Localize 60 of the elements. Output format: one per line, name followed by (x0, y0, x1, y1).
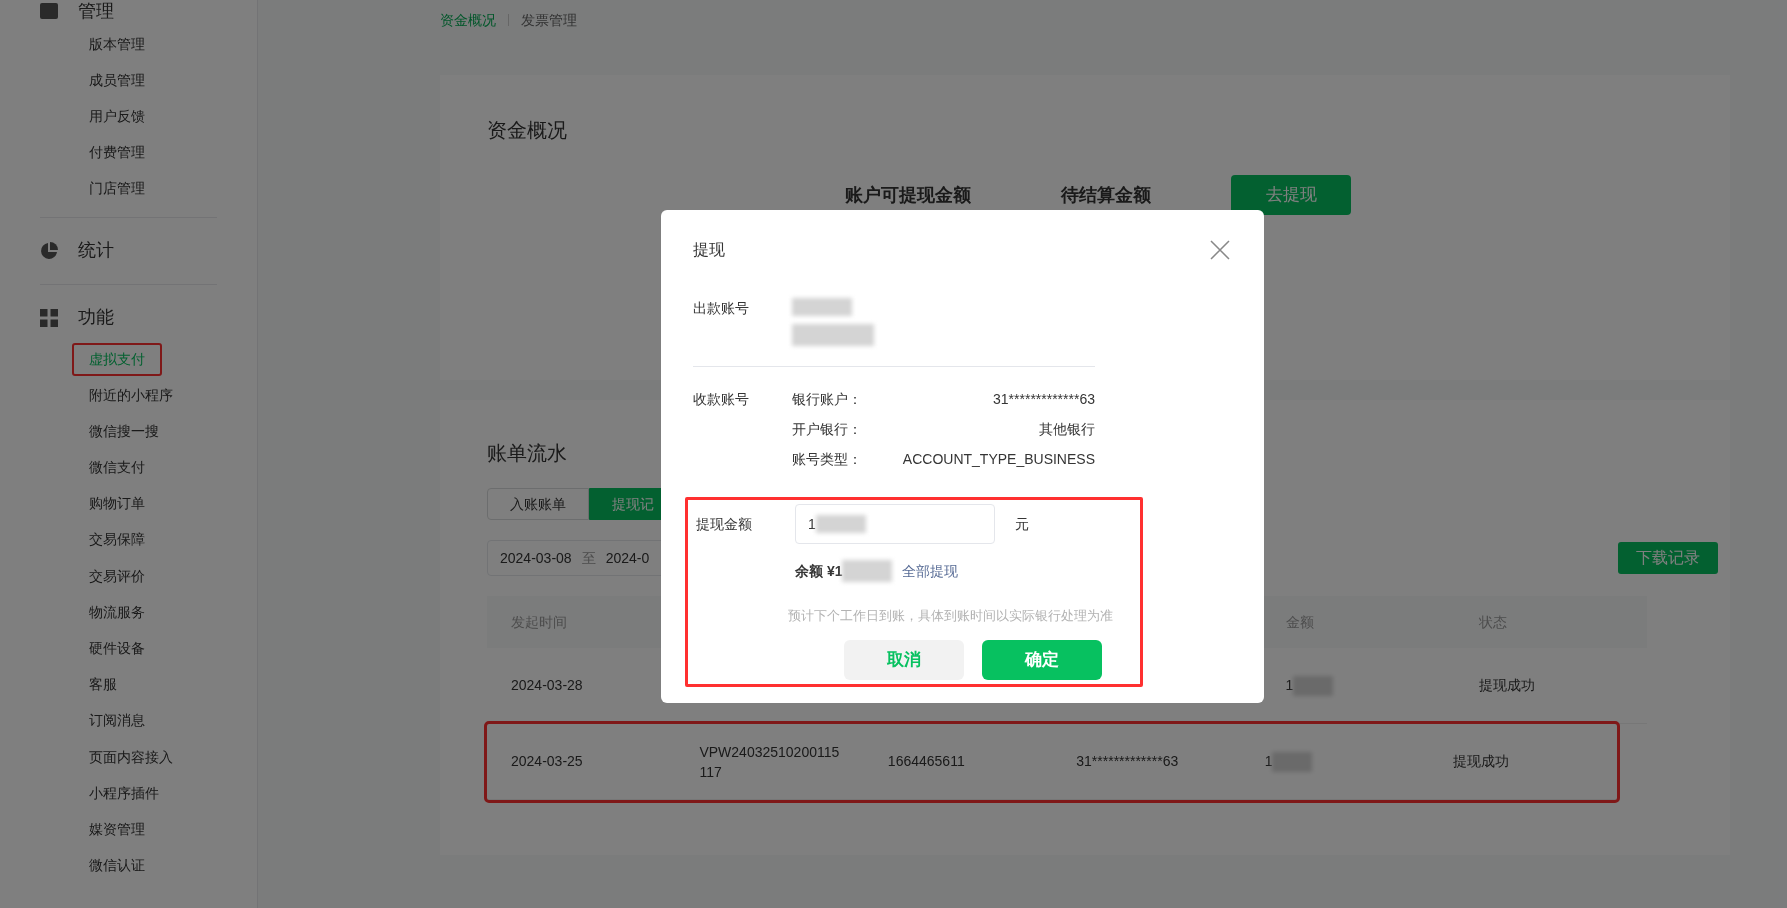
section-title: 资金概况 (487, 118, 567, 143)
sidebar-item[interactable]: 物流服务 (72, 595, 162, 629)
table-cell-text: VPW24032510200115117 (699, 742, 841, 782)
field-label: 开户银行： (792, 420, 862, 439)
section-title: 账单流水 (487, 441, 567, 466)
field-label: 提现金额 (696, 514, 753, 534)
amount-input[interactable]: 1 (795, 504, 995, 544)
sidebar-item[interactable]: 版本管理 (72, 27, 162, 61)
sidebar-item[interactable]: 小程序插件 (72, 776, 176, 810)
field-label: 银行账户： (792, 390, 862, 409)
sidebar-item[interactable]: 附近的小程序 (72, 378, 190, 412)
note-text: 预计下个工作日到账，具体到账时间以实际银行处理为准 (788, 607, 1114, 625)
metric-label: 账户可提现金额 (845, 183, 971, 207)
sidebar-item[interactable]: 门店管理 (72, 172, 162, 206)
breadcrumb-link[interactable]: 发票管理 (521, 9, 577, 31)
sidebar-item[interactable]: 购物订单 (72, 487, 162, 521)
sidebar-group-title[interactable]: 功能 (78, 304, 114, 332)
table-cell: 提现成功 (1453, 753, 1510, 769)
balance-text: 余额 ¥1 (795, 561, 843, 581)
sidebar-item[interactable]: 交易保障 (72, 523, 162, 557)
dialog-title: 提现 (693, 240, 725, 260)
sidebar-item[interactable]: 客服 (72, 668, 134, 702)
table-cell-text: 1 (1264, 752, 1273, 771)
confirm-button[interactable]: 确定 (982, 639, 1102, 680)
withdraw-all-link[interactable]: 全部提现 (902, 560, 959, 582)
field-label: 账号类型： (792, 450, 862, 469)
close-icon[interactable] (1210, 240, 1230, 260)
sidebar-item[interactable]: 付费管理 (72, 136, 162, 170)
tab[interactable]: 入账账单 (487, 488, 589, 520)
table-cell: 1664465611 (887, 753, 965, 769)
unit-label: 元 (1015, 514, 1029, 534)
date-end: 2024-0 (605, 548, 650, 568)
field-value: 其他银行 (1039, 420, 1095, 439)
sidebar-item[interactable]: 页面内容接入 (72, 740, 190, 774)
sidebar-item[interactable]: 硬件设备 (72, 632, 162, 666)
date-start: 2024-03-08 (500, 548, 572, 568)
table-cell-text: 1 (1285, 676, 1294, 695)
sidebar-group-title[interactable]: 统计 (78, 237, 114, 265)
pie-chart-icon (40, 241, 58, 260)
sidebar-item[interactable]: 微信搜一搜 (72, 414, 176, 448)
input-value: 1 (808, 514, 816, 534)
metric-label: 待结算金额 (1061, 183, 1151, 207)
list-icon (40, 3, 58, 19)
grid-icon (40, 308, 58, 327)
table-cell: 提现成功 (1479, 677, 1536, 693)
field-value: 31*************63 (993, 390, 1095, 409)
table-cell: 2024-03-28 (511, 677, 583, 693)
sidebar-item[interactable]: 微信支付 (72, 451, 162, 485)
sidebar-group-title[interactable]: 管理 (78, 0, 114, 25)
field-value: ACCOUNT_TYPE_BUSINESS (902, 450, 1095, 469)
sidebar-item[interactable]: 成员管理 (72, 63, 162, 97)
sidebar-item[interactable]: 订阅消息 (72, 704, 162, 738)
sidebar-item[interactable]: 用户反馈 (72, 99, 162, 133)
sidebar-item[interactable]: 媒资管理 (72, 812, 162, 846)
table-cell: 31*************63 (1076, 753, 1179, 769)
field-label: 收款账号 (693, 390, 750, 409)
sidebar-item[interactable]: 交易评价 (72, 559, 162, 593)
sidebar-item[interactable]: 微信认证 (72, 849, 162, 883)
table-cell: 2024-03-25 (511, 753, 583, 769)
field-label: 出款账号 (693, 299, 750, 318)
